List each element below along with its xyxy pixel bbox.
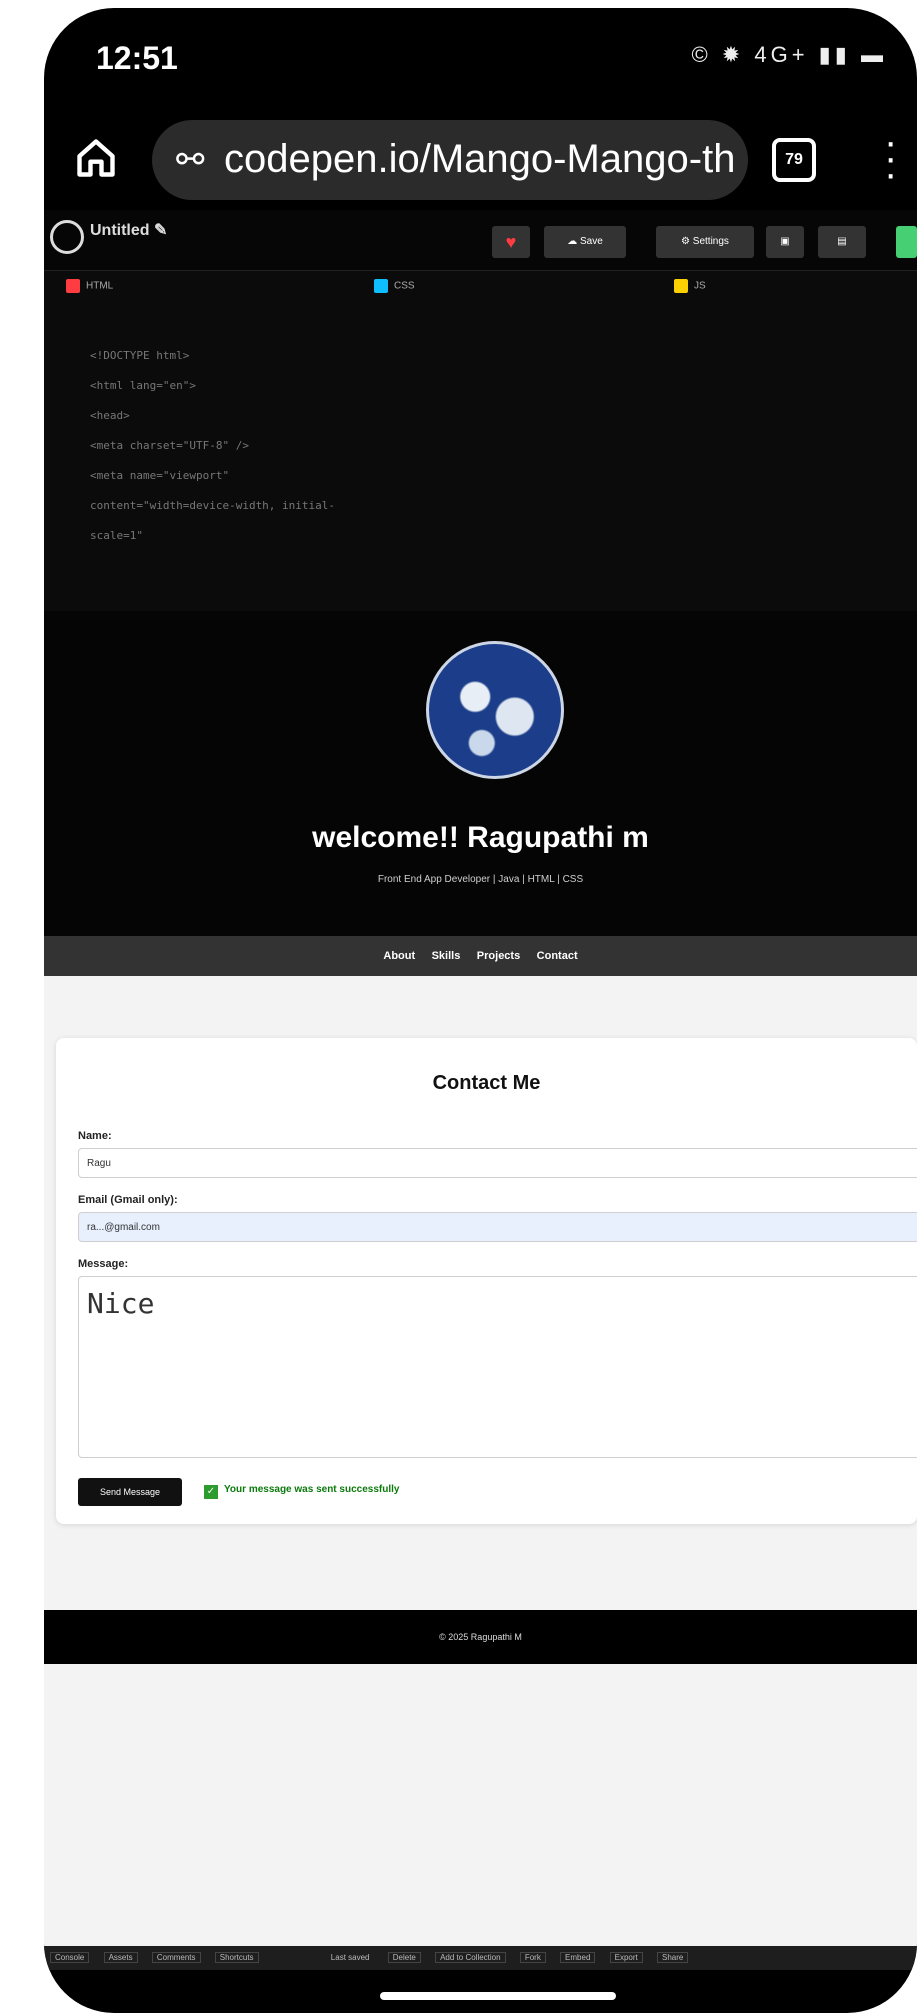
more-menu-icon[interactable]: · · · — [884, 122, 897, 194]
phone-screen: 12:51 © ✹ 4G+ ▮▮ ▬ ⚯ codepen.io/Mango-Ma… — [44, 8, 917, 2013]
nav-about[interactable]: About — [383, 936, 415, 976]
share-button[interactable]: Share — [657, 1952, 689, 1963]
codepen-bottom-bar: Console Assets Comments Shortcuts Last s… — [44, 1946, 917, 1970]
browser-toolbar: ⚯ codepen.io/Mango-Mango-the-r 79 · · · — [44, 108, 917, 208]
fork-button[interactable]: Fork — [519, 1952, 546, 1963]
code-line: <html lang="en"> — [90, 379, 196, 392]
heart-button[interactable]: ♥ — [492, 226, 530, 258]
email-label: Email (Gmail only): — [78, 1194, 178, 1206]
nav-projects[interactable]: Projects — [477, 936, 520, 976]
last-saved-text: Last saved — [330, 1953, 370, 1962]
css-pane-header[interactable]: CSS — [374, 279, 415, 305]
js-pane-label: JS — [694, 280, 706, 292]
gesture-bar[interactable] — [380, 1992, 616, 2000]
checkmark-icon: ✓ — [204, 1485, 218, 1499]
tabs-icon[interactable]: 79 — [772, 138, 816, 182]
contact-card: Contact Me Name: Ragu Email (Gmail only)… — [56, 1038, 917, 1524]
html-code[interactable]: <!DOCTYPE html> <html lang="en"> <head> … — [90, 341, 350, 551]
pen-title[interactable]: Untitled ✎ — [90, 220, 167, 240]
contact-title: Contact Me — [432, 1072, 541, 1094]
js-pane-header[interactable]: JS — [674, 279, 706, 305]
address-bar[interactable]: ⚯ codepen.io/Mango-Mango-the-r — [152, 120, 748, 200]
code-line: <!DOCTYPE html> — [90, 349, 190, 362]
export-button[interactable]: Export — [609, 1952, 643, 1963]
code-line: <head> — [90, 409, 130, 422]
settings-button[interactable]: ⚙ Settings — [656, 226, 754, 258]
home-icon[interactable] — [74, 136, 118, 180]
email-field[interactable]: ra...@gmail.com — [78, 1212, 917, 1242]
preview-body: Contact Me Name: Ragu Email (Gmail only)… — [44, 976, 917, 1946]
comments-button[interactable]: Comments — [151, 1952, 201, 1963]
codepen-logo-icon[interactable] — [50, 220, 84, 254]
html-pane-label: HTML — [86, 280, 114, 292]
layout-button[interactable]: ▣ — [766, 226, 804, 258]
url-text: codepen.io/Mango-Mango-the-r — [224, 137, 734, 181]
site-settings-icon[interactable]: ⚯ — [176, 140, 205, 180]
assets-button[interactable]: Assets — [103, 1952, 138, 1963]
nav-skills[interactable]: Skills — [432, 936, 461, 976]
view-button[interactable]: ▤ — [818, 226, 866, 258]
save-button[interactable]: ☁ Save — [544, 226, 626, 258]
console-button[interactable]: Console — [50, 1952, 90, 1963]
page-footer: © 2025 Ragupathi M — [44, 1610, 917, 1664]
preview-hero: welcome!! Ragupathi m Front End App Deve… — [44, 611, 917, 936]
embed-button[interactable]: Embed — [560, 1952, 596, 1963]
codepen-header: Untitled ✎ ♥ ☁ Save ⚙ Settings ▣ ▤ — [44, 210, 917, 271]
avatar — [426, 641, 564, 779]
status-icons: © ✹ 4G+ ▮▮ ▬ — [691, 42, 887, 67]
send-message-button[interactable]: Send Message — [78, 1478, 182, 1506]
success-message: Your message was sent successfully — [224, 1484, 400, 1495]
preview-navbar: About Skills Projects Contact — [44, 936, 917, 976]
tagline: Front End App Developer | Java | HTML | … — [377, 874, 584, 885]
editor-panes: HTML CSS JS <!DOCTYPE html> <html lang="… — [44, 271, 917, 611]
welcome-heading: welcome!! Ragupathi m — [312, 821, 649, 854]
clock: 12:51 — [96, 40, 178, 76]
css-pane-label: CSS — [394, 280, 415, 292]
status-bar: 12:51 © ✹ 4G+ ▮▮ ▬ — [44, 8, 917, 108]
message-label: Message: — [78, 1258, 129, 1270]
save-label: Save — [579, 236, 603, 247]
js-icon — [674, 279, 688, 293]
name-label: Name: — [78, 1130, 112, 1142]
html-icon — [66, 279, 80, 293]
message-field[interactable]: Nice — [78, 1276, 917, 1458]
nav-contact[interactable]: Contact — [537, 936, 578, 976]
code-line: <meta charset="UTF-8" /> — [90, 439, 249, 452]
login-button[interactable] — [896, 226, 917, 258]
name-field[interactable]: Ragu — [78, 1148, 917, 1178]
delete-button[interactable]: Delete — [387, 1952, 421, 1963]
add-collection-button[interactable]: Add to Collection — [435, 1952, 506, 1963]
code-line: <meta name="viewport" content="width=dev… — [90, 469, 336, 542]
css-icon — [374, 279, 388, 293]
settings-label: Settings — [692, 236, 729, 247]
shortcuts-button[interactable]: Shortcuts — [214, 1952, 259, 1963]
html-pane-header[interactable]: HTML — [66, 279, 113, 305]
